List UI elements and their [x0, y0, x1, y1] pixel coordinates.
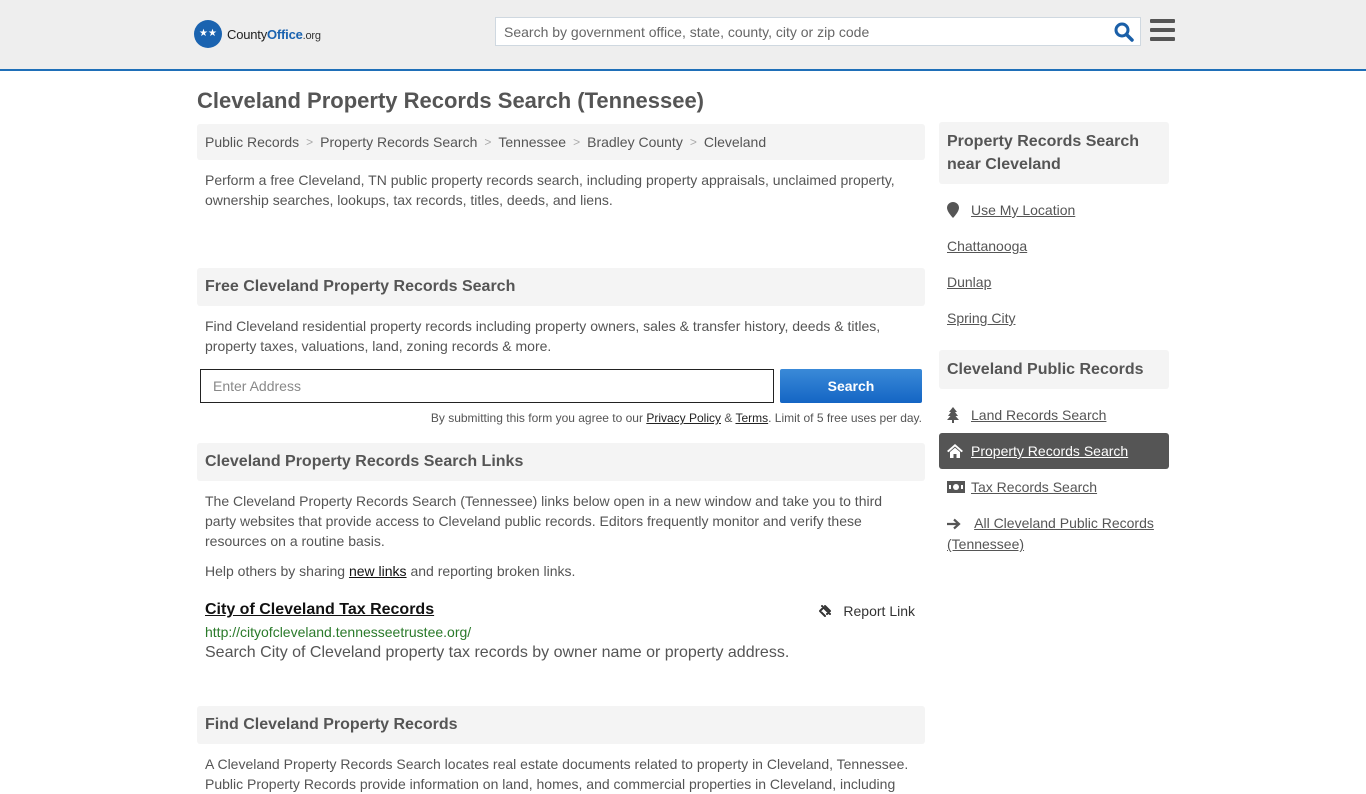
- address-search-form: Search: [197, 369, 925, 403]
- breadcrumb-property-records[interactable]: Property Records Search: [320, 134, 477, 150]
- site-search: [495, 17, 1141, 46]
- sidebar-item-tax-records[interactable]: Tax Records Search: [939, 469, 1169, 505]
- sidebar-item-property-records[interactable]: Property Records Search: [939, 433, 1169, 469]
- free-search-heading: Free Cleveland Property Records Search: [197, 268, 925, 306]
- logo-text: CountyOffice.org: [227, 26, 321, 42]
- address-search-button[interactable]: Search: [780, 369, 922, 403]
- hamburger-menu-icon[interactable]: [1150, 19, 1175, 41]
- link-description: Search City of Cleveland property tax re…: [205, 644, 790, 661]
- chattanooga-link[interactable]: Chattanooga: [947, 236, 1027, 256]
- site-header: ★★ CountyOffice.org: [0, 0, 1366, 71]
- logo-eagle-icon: ★★: [194, 20, 222, 48]
- privacy-policy-link[interactable]: Privacy Policy: [646, 411, 721, 425]
- breadcrumb: Public Records > Property Records Search…: [197, 124, 925, 160]
- main-content: Public Records > Property Records Search…: [197, 124, 925, 794]
- link-url: http://cityofcleveland.tennesseetrustee.…: [205, 624, 472, 640]
- find-heading: Find Cleveland Property Records: [197, 706, 925, 744]
- disclaimer-text: By submitting this form you agree to our: [430, 411, 647, 425]
- form-disclaimer: By submitting this form you agree to our…: [197, 411, 925, 425]
- breadcrumb-cleveland[interactable]: Cleveland: [704, 134, 766, 150]
- help-text: Help others by sharing new links and rep…: [205, 563, 576, 579]
- breadcrumb-separator: >: [689, 135, 697, 149]
- tree-icon: [947, 405, 971, 425]
- links-heading: Cleveland Property Records Search Links: [197, 443, 925, 481]
- arrow-right-icon: [947, 514, 971, 534]
- use-location-link[interactable]: Use My Location: [971, 200, 1075, 220]
- sidebar-item-all-records[interactable]: All Cleveland Public Records (Tennessee): [939, 505, 1169, 561]
- breadcrumb-tennessee[interactable]: Tennessee: [498, 134, 566, 150]
- land-records-link[interactable]: Land Records Search: [971, 405, 1106, 425]
- terms-link[interactable]: Terms: [735, 411, 768, 425]
- tax-records-link[interactable]: Tax Records Search: [971, 477, 1097, 497]
- link-entry: City of Cleveland Tax Records Report Lin…: [197, 601, 925, 662]
- sidebar-item-use-location[interactable]: Use My Location: [939, 192, 1169, 228]
- breadcrumb-separator: >: [573, 135, 581, 149]
- site-search-input[interactable]: [496, 18, 1096, 45]
- free-search-text: Find Cleveland residential property reco…: [205, 318, 881, 354]
- public-records-heading: Cleveland Public Records: [939, 350, 1169, 389]
- sidebar-item-land-records[interactable]: Land Records Search: [939, 397, 1169, 433]
- address-input[interactable]: [200, 369, 774, 403]
- spring-city-link[interactable]: Spring City: [947, 308, 1015, 328]
- find-body: A Cleveland Property Records Search loca…: [197, 744, 925, 794]
- home-icon: [947, 441, 971, 461]
- disclaimer-amp: &: [721, 411, 736, 425]
- all-records-link[interactable]: All Cleveland Public Records (Tennessee): [947, 515, 1154, 552]
- report-link-label: Report Link: [843, 603, 915, 619]
- page-title: Cleveland Property Records Search (Tenne…: [197, 88, 705, 113]
- nearby-list: Use My Location Chattanooga Dunlap Sprin…: [939, 184, 1169, 336]
- breadcrumb-bradley-county[interactable]: Bradley County: [587, 134, 683, 150]
- breadcrumb-separator: >: [306, 135, 314, 149]
- intro-text: Perform a free Cleveland, TN public prop…: [205, 172, 895, 208]
- link-title[interactable]: City of Cleveland Tax Records: [205, 601, 434, 618]
- breadcrumb-separator: >: [484, 135, 492, 149]
- nearby-heading: Property Records Search near Cleveland: [939, 122, 1169, 184]
- property-records-link[interactable]: Property Records Search: [971, 441, 1128, 461]
- public-records-list: Land Records Search Property Records Sea…: [939, 389, 1169, 561]
- search-icon[interactable]: [1114, 22, 1134, 42]
- links-text: The Cleveland Property Records Search (T…: [205, 493, 883, 549]
- report-link-button[interactable]: Report Link: [817, 603, 915, 619]
- disclaimer-limit: . Limit of 5 free uses per day.: [768, 411, 922, 425]
- intro: Perform a free Cleveland, TN public prop…: [197, 160, 925, 268]
- logo[interactable]: ★★ CountyOffice.org: [194, 20, 321, 48]
- links-body: The Cleveland Property Records Search (T…: [197, 481, 925, 581]
- breadcrumb-public-records[interactable]: Public Records: [205, 134, 299, 150]
- dunlap-link[interactable]: Dunlap: [947, 272, 991, 292]
- sidebar-item-dunlap[interactable]: Dunlap: [939, 264, 1169, 300]
- sidebar-item-chattanooga[interactable]: Chattanooga: [939, 228, 1169, 264]
- sidebar: Property Records Search near Cleveland U…: [939, 122, 1169, 561]
- free-search-body: Find Cleveland residential property reco…: [197, 306, 925, 356]
- money-icon: [947, 477, 971, 497]
- find-text: A Cleveland Property Records Search loca…: [205, 756, 909, 792]
- broken-link-icon: [819, 605, 832, 617]
- map-marker-icon: [947, 200, 971, 220]
- new-links-link[interactable]: new links: [349, 563, 407, 579]
- sidebar-item-spring-city[interactable]: Spring City: [939, 300, 1169, 336]
